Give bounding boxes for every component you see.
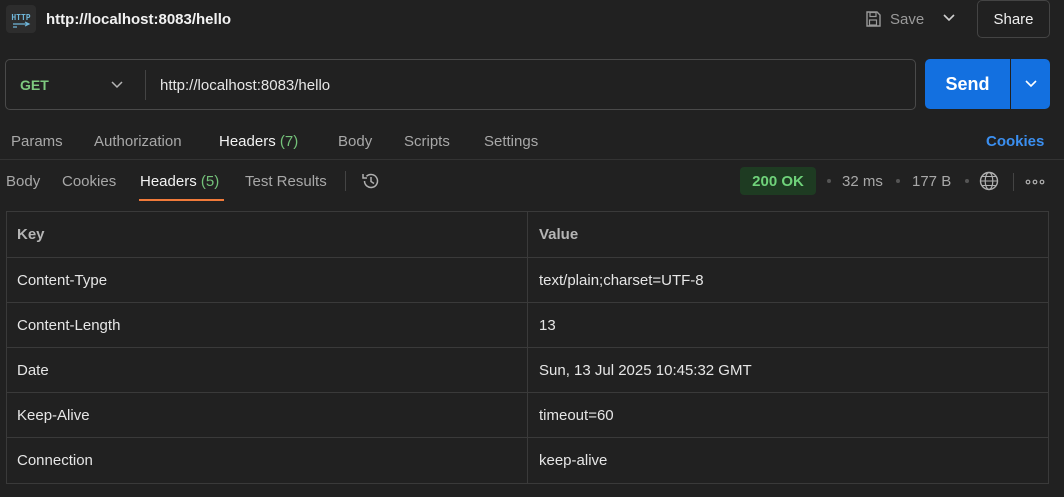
history-icon[interactable] (360, 170, 382, 192)
header-key[interactable]: Keep-Alive (7, 393, 528, 437)
column-header-value: Value (539, 226, 579, 243)
response-tab-headers[interactable]: Headers (5) (140, 173, 219, 190)
save-icon (866, 11, 881, 27)
save-label: Save (890, 10, 925, 28)
url-input[interactable] (160, 74, 900, 96)
response-tabs: Body Cookies Headers (5) Test Results 20… (0, 164, 1064, 202)
status-badge[interactable]: 200 OK (740, 167, 816, 195)
table-header-row: Key Value (7, 212, 1048, 258)
tab-authorization[interactable]: Authorization (94, 133, 182, 150)
response-tab-test-results[interactable]: Test Results (245, 173, 327, 190)
more-horizontal-icon[interactable] (1025, 179, 1045, 185)
tab-headers[interactable]: Headers (7) (219, 133, 298, 150)
tab-headers-label: Headers (219, 133, 276, 150)
http-badge-text: HTTP (11, 13, 30, 22)
request-tabs: Params Authorization Headers (7) Body Sc… (0, 128, 1064, 160)
header-key[interactable]: Date (7, 348, 528, 392)
title-bar: HTTP http://localhost:8083/hello Save Sh… (0, 0, 1064, 38)
share-button[interactable]: Share (977, 0, 1050, 38)
separator-dot (965, 179, 969, 183)
header-key[interactable]: Connection (7, 438, 528, 483)
header-key[interactable]: Content-Length (7, 303, 528, 347)
header-value[interactable]: 13 (528, 303, 1048, 347)
table-row: Date Sun, 13 Jul 2025 10:45:32 GMT (7, 348, 1048, 393)
divider (0, 159, 1064, 160)
divider (1013, 173, 1014, 191)
app-window: HTTP http://localhost:8083/hello Save Sh… (0, 0, 1064, 497)
active-tab-indicator (139, 199, 224, 201)
save-button[interactable]: Save (864, 7, 924, 31)
response-tab-headers-label: Headers (140, 173, 197, 190)
http-icon: HTTP (6, 5, 36, 33)
chevron-down-icon[interactable] (110, 80, 124, 90)
header-value[interactable]: text/plain;charset=UTF-8 (528, 258, 1048, 302)
header-value[interactable]: keep-alive (528, 438, 1048, 483)
table-row: Connection keep-alive (7, 438, 1048, 483)
header-value[interactable]: Sun, 13 Jul 2025 10:45:32 GMT (528, 348, 1048, 392)
response-time[interactable]: 32 ms (842, 173, 883, 190)
response-tab-body[interactable]: Body (6, 173, 40, 190)
globe-icon[interactable] (978, 170, 1000, 192)
send-button[interactable]: Send (925, 59, 1010, 109)
tab-headers-count: (7) (279, 133, 299, 150)
url-bar: GET (5, 59, 916, 110)
send-options-button[interactable] (1011, 59, 1050, 109)
response-headers-table: Key Value Content-Type text/plain;charse… (6, 211, 1049, 484)
chevron-down-icon (1024, 80, 1037, 88)
response-size[interactable]: 177 B (912, 173, 951, 190)
tab-params[interactable]: Params (11, 133, 63, 150)
tab-body[interactable]: Body (338, 133, 372, 150)
table-row: Content-Length 13 (7, 303, 1048, 348)
table-row: Keep-Alive timeout=60 (7, 393, 1048, 438)
request-title[interactable]: http://localhost:8083/hello (46, 11, 231, 28)
tab-settings[interactable]: Settings (484, 133, 538, 150)
table-row: Content-Type text/plain;charset=UTF-8 (7, 258, 1048, 303)
separator-dot (896, 179, 900, 183)
column-header-key: Key (7, 212, 528, 257)
response-tab-cookies[interactable]: Cookies (62, 173, 116, 190)
response-tab-headers-count: (5) (200, 173, 220, 190)
header-key[interactable]: Content-Type (7, 258, 528, 302)
chevron-down-icon[interactable] (942, 11, 956, 25)
method-select[interactable]: GET (20, 77, 49, 93)
header-value[interactable]: timeout=60 (528, 393, 1048, 437)
divider (345, 171, 346, 191)
tab-scripts[interactable]: Scripts (404, 133, 450, 150)
cookies-link[interactable]: Cookies (986, 133, 1044, 150)
divider (145, 70, 146, 100)
separator-dot (827, 179, 831, 183)
